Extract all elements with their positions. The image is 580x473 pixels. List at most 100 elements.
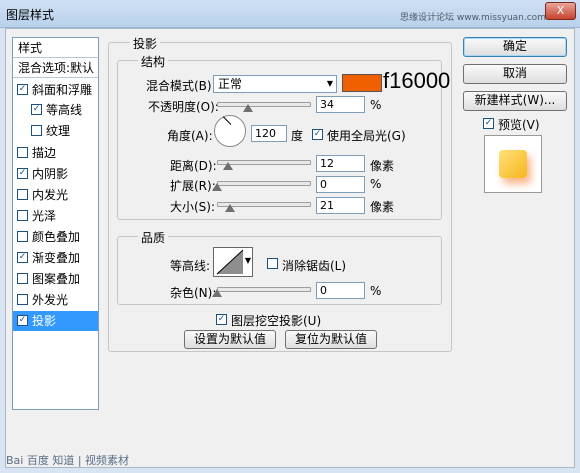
style-item-label: 渐变叠加 xyxy=(32,251,81,265)
noise-unit: % xyxy=(370,284,382,298)
size-input[interactable]: 21 xyxy=(316,197,365,214)
contour-picker[interactable]: ▼ xyxy=(213,247,253,277)
opacity-slider-thumb[interactable] xyxy=(243,104,253,112)
opacity-input[interactable]: 34 xyxy=(316,96,365,113)
style-item-pattern-overlay[interactable]: 图案叠加 xyxy=(13,269,98,289)
size-slider-thumb[interactable] xyxy=(225,204,235,212)
color-annotation: f16000 xyxy=(383,68,451,93)
size-unit: 像素 xyxy=(370,200,395,214)
opacity-unit: % xyxy=(370,98,382,112)
angle-dial[interactable] xyxy=(214,115,246,147)
footer-watermark: Bai 百度 知道 | 视频素材 xyxy=(6,454,130,467)
preview-label: 预览(V) xyxy=(498,118,540,132)
quality-group xyxy=(117,236,442,305)
checkbox-outer-glow[interactable] xyxy=(17,294,28,305)
checkbox-pattern-overlay[interactable] xyxy=(17,273,28,284)
style-item-label: 纹理 xyxy=(46,124,71,138)
preview-checkbox[interactable]: ✓ xyxy=(483,118,494,129)
close-button[interactable]: X xyxy=(545,2,576,20)
style-item-label: 光泽 xyxy=(32,209,57,223)
spread-label: 扩展(R): xyxy=(170,179,216,193)
drop-shadow-title: 投影 xyxy=(130,35,161,52)
checkbox-drop-shadow[interactable]: ✓ xyxy=(17,315,28,326)
ok-button[interactable]: 确定 xyxy=(463,37,567,57)
spread-slider-thumb[interactable] xyxy=(212,183,222,191)
blend-mode-label: 混合模式(B): xyxy=(146,79,216,93)
style-item-texture[interactable]: 纹理 xyxy=(13,121,98,141)
noise-input[interactable]: 0 xyxy=(316,282,365,299)
blend-options-item[interactable]: 混合选项:默认 xyxy=(13,58,98,78)
contour-label: 等高线: xyxy=(170,259,211,273)
chevron-down-icon: ▼ xyxy=(326,79,333,88)
window-title: 图层样式 xyxy=(6,8,55,22)
style-item-drop-shadow[interactable]: ✓ 投影 xyxy=(13,311,98,331)
style-item-outer-glow[interactable]: 外发光 xyxy=(13,290,98,310)
style-preview-box xyxy=(484,135,542,193)
style-item-label: 图案叠加 xyxy=(32,272,81,286)
noise-label: 杂色(N): xyxy=(170,286,217,300)
style-item-label: 描边 xyxy=(32,146,57,160)
style-item-inner-shadow[interactable]: ✓ 内阴影 xyxy=(13,164,98,184)
checkbox-inner-glow[interactable] xyxy=(17,189,28,200)
shadow-color-swatch[interactable] xyxy=(342,74,382,92)
style-item-satin[interactable]: 光泽 xyxy=(13,206,98,226)
global-light-checkbox[interactable]: ✓ xyxy=(312,129,323,140)
cancel-button[interactable]: 取消 xyxy=(463,64,567,84)
checkbox-inner-shadow[interactable]: ✓ xyxy=(17,168,28,179)
style-list: 样式 混合选项:默认 ✓ 斜面和浮雕 ✓ 等高线 纹理 描边 ✓ 内阴影 内发光… xyxy=(12,37,99,410)
knockout-label: 图层挖空投影(U) xyxy=(231,314,322,328)
style-item-color-overlay[interactable]: 颜色叠加 xyxy=(13,227,98,247)
checkbox-bevel[interactable]: ✓ xyxy=(17,84,28,95)
checkbox-satin[interactable] xyxy=(17,210,28,221)
distance-slider-thumb[interactable] xyxy=(223,162,233,170)
checkbox-gradient-overlay[interactable]: ✓ xyxy=(17,252,28,263)
reset-default-button[interactable]: 复位为默认值 xyxy=(285,330,377,349)
distance-label: 距离(D): xyxy=(170,159,217,173)
anti-alias-label: 消除锯齿(L) xyxy=(282,259,347,273)
checkbox-contour[interactable]: ✓ xyxy=(31,104,42,115)
chevron-down-icon: ▼ xyxy=(244,256,251,265)
blend-mode-select[interactable]: 正常 ▼ xyxy=(213,75,337,93)
spread-input[interactable]: 0 xyxy=(316,176,365,193)
preview-swatch xyxy=(499,150,527,178)
angle-unit: 度 xyxy=(291,129,304,143)
style-item-label: 等高线 xyxy=(46,103,83,117)
contour-curve-icon xyxy=(216,249,244,275)
noise-slider[interactable] xyxy=(217,287,311,292)
blend-mode-value: 正常 xyxy=(218,77,243,91)
make-default-button[interactable]: 设置为默认值 xyxy=(184,330,276,349)
watermark-text: 思缘设计论坛 www.missyuan.com xyxy=(400,13,546,23)
style-item-bevel[interactable]: ✓ 斜面和浮雕 xyxy=(13,80,98,100)
style-item-inner-glow[interactable]: 内发光 xyxy=(13,185,98,205)
knockout-checkbox[interactable]: ✓ xyxy=(216,314,227,325)
distance-input[interactable]: 12 xyxy=(316,155,365,172)
title-bar: 图层样式 思缘设计论坛 www.missyuan.com X xyxy=(0,0,580,28)
style-item-label: 颜色叠加 xyxy=(32,230,81,244)
angle-label: 角度(A): xyxy=(167,129,213,143)
anti-alias-checkbox[interactable] xyxy=(267,258,278,269)
style-item-label: 内发光 xyxy=(32,188,69,202)
angle-input[interactable]: 120 xyxy=(251,125,287,142)
opacity-slider[interactable] xyxy=(217,102,311,107)
style-item-contour[interactable]: ✓ 等高线 xyxy=(13,100,98,120)
style-item-stroke[interactable]: 描边 xyxy=(13,143,98,163)
new-style-button[interactable]: 新建样式(W)... xyxy=(463,91,567,111)
size-label: 大小(S): xyxy=(170,200,216,214)
checkbox-stroke[interactable] xyxy=(17,147,28,158)
style-item-label: 外发光 xyxy=(32,293,69,307)
style-item-label: 内阴影 xyxy=(32,167,69,181)
checkbox-color-overlay[interactable] xyxy=(17,231,28,242)
structure-title: 结构 xyxy=(138,53,169,70)
checkbox-texture[interactable] xyxy=(31,125,42,136)
quality-title: 品质 xyxy=(138,229,169,246)
spread-slider[interactable] xyxy=(217,181,311,186)
spread-unit: % xyxy=(370,177,382,191)
style-item-gradient-overlay[interactable]: ✓ 渐变叠加 xyxy=(13,248,98,268)
opacity-label: 不透明度(O): xyxy=(148,100,219,114)
distance-unit: 像素 xyxy=(370,159,395,173)
style-item-label: 斜面和浮雕 xyxy=(32,83,93,97)
style-list-header[interactable]: 样式 xyxy=(13,38,98,58)
noise-slider-thumb[interactable] xyxy=(212,289,222,297)
global-light-label: 使用全局光(G) xyxy=(327,129,406,143)
angle-needle xyxy=(222,116,232,125)
